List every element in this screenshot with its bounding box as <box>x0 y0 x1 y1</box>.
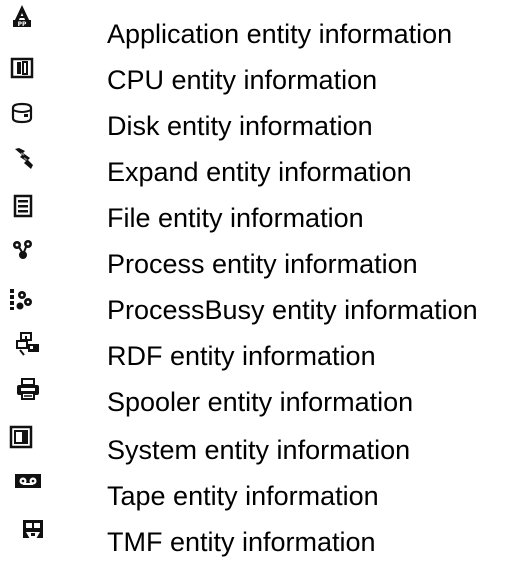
legend-row-spooler: Spooler entity information <box>0 368 512 417</box>
entity-legend: PP Application entity information CPU en… <box>0 0 512 563</box>
legend-row-tmf: TMF entity information <box>0 506 512 557</box>
legend-row-process: Process entity information <box>0 230 512 279</box>
rdf-icon <box>16 332 40 356</box>
expand-icon <box>12 147 36 171</box>
tmf-icon <box>21 518 45 542</box>
application-icon: PP <box>10 4 34 28</box>
tape-icon <box>14 469 42 493</box>
legend-row-rdf: RDF entity information <box>0 322 512 371</box>
disk-icon <box>10 101 34 125</box>
cpu-icon <box>10 56 34 80</box>
legend-row-system: System entity information <box>0 414 512 465</box>
spooler-icon <box>16 377 40 401</box>
system-icon <box>9 425 33 449</box>
legend-row-process-busy: ProcessBusy entity information <box>0 276 512 325</box>
legend-row-file: File entity information <box>0 184 512 233</box>
svg-text:PP: PP <box>18 21 27 28</box>
legend-row-expand: Expand entity information <box>0 138 512 187</box>
process-icon <box>11 238 35 262</box>
process-busy-icon <box>9 287 33 311</box>
legend-row-disk: Disk entity information <box>0 92 512 141</box>
file-icon <box>11 194 35 218</box>
legend-row-cpu: CPU entity information <box>0 46 512 95</box>
legend-row-application: PP Application entity information <box>0 0 512 49</box>
legend-label: TMF entity information <box>107 527 376 557</box>
legend-row-tape: Tape entity information <box>0 460 512 511</box>
